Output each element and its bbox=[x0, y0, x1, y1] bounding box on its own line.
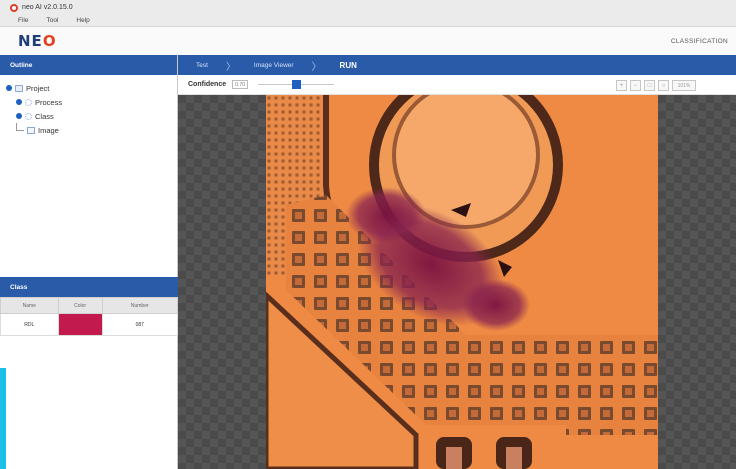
class-number-cell: 087 bbox=[101, 313, 179, 336]
bottom-pad-center bbox=[446, 447, 462, 469]
column-name[interactable]: Name bbox=[0, 297, 59, 314]
tree-item-image[interactable]: Image bbox=[6, 123, 171, 137]
class-icon bbox=[25, 112, 32, 120]
inspection-image[interactable] bbox=[266, 95, 658, 469]
fit-icon[interactable]: □ bbox=[644, 80, 655, 91]
zoom-out-icon[interactable]: − bbox=[630, 80, 641, 91]
menu-tool[interactable]: Tool bbox=[46, 17, 58, 24]
class-table: Name Color Number RDL 087 bbox=[0, 297, 179, 336]
column-color[interactable]: Color bbox=[57, 297, 103, 314]
slider-handle[interactable] bbox=[291, 80, 301, 89]
menu-help[interactable]: Help bbox=[76, 17, 89, 24]
chevron-right-icon: 〉 bbox=[311, 61, 322, 73]
table-row[interactable]: RDL 087 bbox=[0, 313, 179, 336]
zoom-tools: + − □ ○ 101% bbox=[616, 80, 696, 91]
app-logo: NEO bbox=[18, 32, 57, 50]
defect-region[interactable] bbox=[346, 187, 426, 243]
class-color-cell[interactable] bbox=[57, 313, 103, 336]
search-icon[interactable]: ○ bbox=[658, 80, 669, 91]
color-swatch[interactable] bbox=[58, 314, 102, 335]
accent-bar bbox=[0, 368, 6, 469]
tree-connector bbox=[16, 123, 24, 131]
menu-file[interactable]: File bbox=[18, 17, 28, 24]
image-viewer[interactable] bbox=[178, 95, 736, 469]
image-icon bbox=[27, 126, 35, 134]
mode-label: CLASSIFICATION bbox=[670, 37, 728, 45]
class-panel: Class Name Color Number RDL 087 bbox=[0, 277, 179, 336]
confidence-slider[interactable] bbox=[258, 80, 335, 89]
tree-item-class[interactable]: Class bbox=[6, 109, 171, 123]
app-logo-icon bbox=[10, 3, 18, 12]
breadcrumb-run[interactable]: RUN bbox=[322, 61, 375, 70]
tree-item-process[interactable]: Process bbox=[6, 95, 171, 109]
confidence-label: Confidence bbox=[188, 81, 227, 88]
main-area: Test 〉 Image Viewer 〉 RUN Confidence 0.7… bbox=[178, 55, 736, 469]
defect-region[interactable] bbox=[462, 279, 530, 331]
brand-bar: NEO CLASSIFICATION bbox=[0, 27, 736, 55]
pad-grid-right bbox=[566, 335, 658, 435]
breadcrumb: Test 〉 Image Viewer 〉 RUN bbox=[178, 55, 736, 75]
zoom-level[interactable]: 101% bbox=[672, 80, 696, 91]
left-panel: Outline Project Process Class Image Clas… bbox=[0, 55, 179, 469]
menu-bar: File Tool Help bbox=[0, 15, 736, 27]
chevron-right-icon: 〉 bbox=[225, 61, 236, 73]
tree-item-project[interactable]: Project bbox=[6, 81, 171, 95]
title-bar: neo AI v2.0.15.0 bbox=[0, 0, 736, 15]
zoom-in-icon[interactable]: + bbox=[616, 80, 627, 91]
bottom-pad-center bbox=[506, 447, 522, 469]
expand-node-icon[interactable] bbox=[6, 85, 12, 91]
class-name-cell: RDL bbox=[0, 313, 59, 336]
expand-node-icon[interactable] bbox=[16, 113, 22, 119]
column-number[interactable]: Number bbox=[101, 297, 179, 314]
class-header: Class bbox=[0, 277, 178, 297]
confidence-value[interactable]: 0.70 bbox=[232, 80, 249, 89]
window-title: neo AI v2.0.15.0 bbox=[22, 4, 73, 11]
outline-tree: Project Process Class Image bbox=[0, 75, 177, 143]
process-icon bbox=[25, 98, 32, 106]
project-icon bbox=[15, 84, 23, 92]
viewer-toolbar: Confidence 0.70 + − □ ○ 101% bbox=[178, 75, 736, 95]
expand-node-icon[interactable] bbox=[16, 99, 22, 105]
breadcrumb-test[interactable]: Test bbox=[178, 62, 226, 69]
outline-header: Outline bbox=[0, 55, 177, 75]
breadcrumb-image-viewer[interactable]: Image Viewer bbox=[236, 62, 312, 69]
